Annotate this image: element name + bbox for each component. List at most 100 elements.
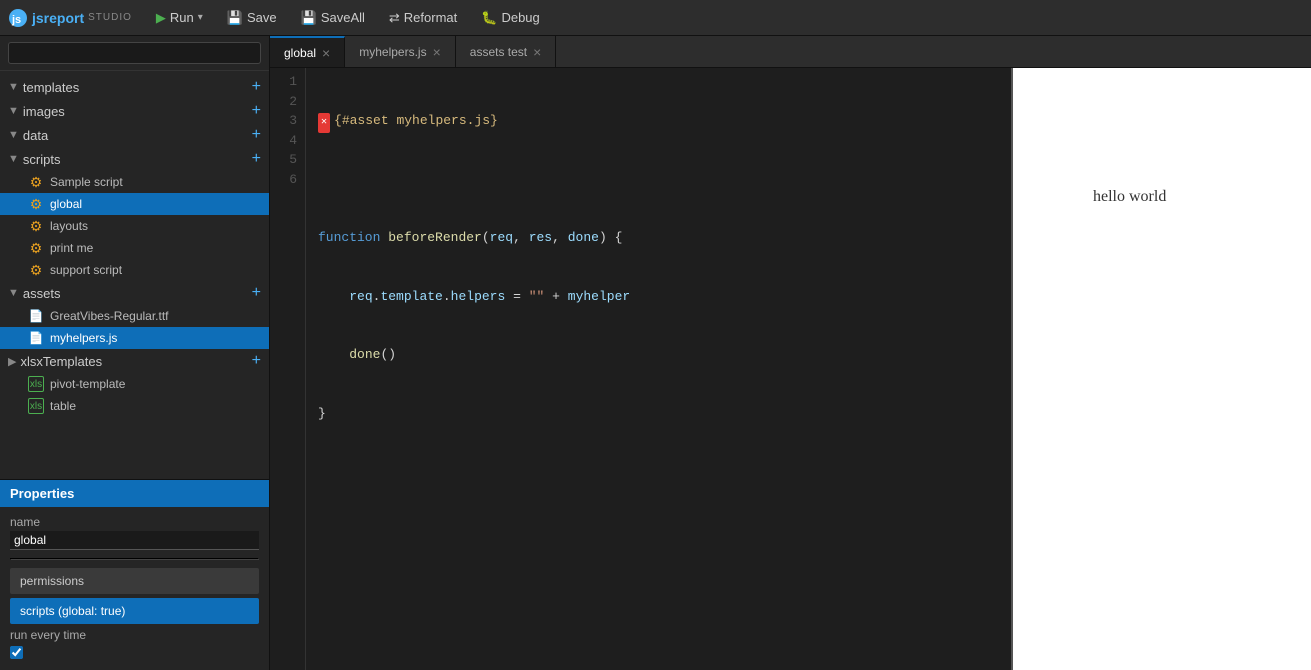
images-add-button[interactable]: + bbox=[252, 103, 261, 119]
main-layout: ▼ templates + ▼ images + ▼ data + bbox=[0, 36, 1311, 670]
debug-icon: 🐛 bbox=[481, 10, 497, 26]
section-images: ▼ images + bbox=[0, 99, 269, 123]
reformat-button[interactable]: ⇄ Reformat bbox=[379, 6, 467, 30]
script-item-printme[interactable]: ⚙ print me bbox=[0, 237, 269, 259]
xlsx-file-icon: xls bbox=[28, 398, 44, 414]
data-add-button[interactable]: + bbox=[252, 127, 261, 143]
section-xlsx-header[interactable]: ▶ xlsxTemplates + bbox=[0, 349, 269, 373]
section-templates-header[interactable]: ▼ templates + bbox=[0, 75, 269, 99]
saveall-button[interactable]: 💾 SaveAll bbox=[291, 6, 375, 30]
sidebar: ▼ templates + ▼ images + ▼ data + bbox=[0, 36, 270, 670]
permissions-button[interactable]: permissions bbox=[10, 568, 259, 594]
templates-add-button[interactable]: + bbox=[252, 79, 261, 95]
gear-icon: ⚙ bbox=[28, 218, 44, 234]
toolbar: js jsreport STUDIO ▶ Run ▾ 💾 Save 💾 Save… bbox=[0, 0, 1311, 36]
tab-myhelpers[interactable]: myhelpers.js × bbox=[345, 36, 456, 67]
code-lines: ✕{#asset myhelpers.js} function beforeRe… bbox=[306, 68, 1011, 670]
tab-assetstest-close[interactable]: × bbox=[533, 45, 541, 59]
assets-arrow: ▼ bbox=[8, 287, 19, 299]
xlsx-item-pivot[interactable]: xls pivot-template bbox=[0, 373, 269, 395]
run-icon: ▶ bbox=[156, 10, 166, 26]
tab-assets-test[interactable]: assets test × bbox=[456, 36, 557, 67]
asset-item-myhelpers[interactable]: 📄 myhelpers.js bbox=[0, 327, 269, 349]
logo-studio: STUDIO bbox=[88, 12, 132, 23]
tab-global-close[interactable]: × bbox=[322, 46, 330, 60]
properties-title: Properties bbox=[10, 486, 74, 501]
name-input[interactable] bbox=[10, 531, 259, 550]
templates-arrow: ▼ bbox=[8, 81, 19, 93]
xlsx-add-button[interactable]: + bbox=[252, 353, 261, 369]
run-dropdown-arrow: ▾ bbox=[198, 12, 203, 23]
tab-global-label: global bbox=[284, 46, 316, 60]
xlsx-label: xlsxTemplates bbox=[20, 354, 102, 369]
save-button[interactable]: 💾 Save bbox=[217, 6, 287, 30]
code-editor[interactable]: 1 2 3 4 5 6 ✕{#asset myhelpers.js} funct… bbox=[270, 68, 1011, 670]
run-every-time-checkbox[interactable] bbox=[10, 646, 23, 659]
section-data-header[interactable]: ▼ data + bbox=[0, 123, 269, 147]
script-item-sample[interactable]: ⚙ Sample script bbox=[0, 171, 269, 193]
line-num-1: 1 bbox=[270, 72, 297, 92]
sidebar-search-area bbox=[0, 36, 269, 71]
scripts-arrow: ▼ bbox=[8, 153, 19, 165]
save-label: Save bbox=[247, 10, 277, 25]
section-scripts: ▼ scripts + ⚙ Sample script ⚙ global ⚙ l… bbox=[0, 147, 269, 281]
properties-header: Properties bbox=[0, 480, 269, 507]
section-data: ▼ data + bbox=[0, 123, 269, 147]
editor-split: 1 2 3 4 5 6 ✕{#asset myhelpers.js} funct… bbox=[270, 68, 1311, 670]
code-line-5: done() bbox=[318, 345, 999, 365]
gear-icon: ⚙ bbox=[28, 174, 44, 190]
data-label: data bbox=[23, 128, 48, 143]
section-assets: ▼ assets + 📄 GreatVibes-Regular.ttf 📄 my… bbox=[0, 281, 269, 349]
asset-label-greatvibes: GreatVibes-Regular.ttf bbox=[50, 309, 169, 323]
line-num-3: 3 bbox=[270, 111, 297, 131]
section-templates: ▼ templates + bbox=[0, 75, 269, 99]
xlsx-label-table: table bbox=[50, 399, 76, 413]
search-input[interactable] bbox=[8, 42, 261, 64]
tab-myhelpers-label: myhelpers.js bbox=[359, 45, 426, 59]
assets-add-button[interactable]: + bbox=[252, 285, 261, 301]
tab-assetstest-label: assets test bbox=[470, 45, 527, 59]
script-label-sample: Sample script bbox=[50, 175, 123, 189]
sidebar-tree: ▼ templates + ▼ images + ▼ data + bbox=[0, 71, 269, 479]
logo-jsreport: jsreport bbox=[32, 10, 84, 26]
preview-panel: hello world bbox=[1011, 68, 1311, 670]
asset-item-greatvibes[interactable]: 📄 GreatVibes-Regular.ttf bbox=[0, 305, 269, 327]
line-num-6: 6 bbox=[270, 170, 297, 190]
images-arrow: ▼ bbox=[8, 105, 19, 117]
scripts-add-button[interactable]: + bbox=[252, 151, 261, 167]
name-label: name bbox=[10, 515, 259, 529]
section-assets-header[interactable]: ▼ assets + bbox=[0, 281, 269, 305]
asset-label-myhelpers: myhelpers.js bbox=[50, 331, 117, 345]
save-icon: 💾 bbox=[227, 10, 243, 26]
line-numbers: 1 2 3 4 5 6 bbox=[270, 68, 306, 670]
debug-button[interactable]: 🐛 Debug bbox=[471, 6, 550, 30]
saveall-icon: 💾 bbox=[301, 10, 317, 26]
data-arrow: ▼ bbox=[8, 129, 19, 141]
run-every-time-label: run every time bbox=[10, 628, 259, 642]
code-line-4: req.template.helpers = "" + myhelper bbox=[318, 287, 999, 307]
line-num-5: 5 bbox=[270, 150, 297, 170]
xlsx-label-pivot: pivot-template bbox=[50, 377, 125, 391]
script-label-global: global bbox=[50, 197, 82, 211]
section-images-header[interactable]: ▼ images + bbox=[0, 99, 269, 123]
error-marker-1[interactable]: ✕ bbox=[318, 113, 330, 133]
logo-icon: js bbox=[8, 8, 28, 28]
script-label-support: support script bbox=[50, 263, 122, 277]
reformat-label: Reformat bbox=[404, 10, 457, 25]
reformat-icon: ⇄ bbox=[389, 10, 400, 26]
tab-global[interactable]: global × bbox=[270, 36, 345, 67]
script-item-layouts[interactable]: ⚙ layouts bbox=[0, 215, 269, 237]
tab-myhelpers-close[interactable]: × bbox=[433, 45, 441, 59]
svg-text:js: js bbox=[11, 14, 21, 26]
code-content: 1 2 3 4 5 6 ✕{#asset myhelpers.js} funct… bbox=[270, 68, 1011, 670]
saveall-label: SaveAll bbox=[321, 10, 365, 25]
scripts-section-button[interactable]: scripts (global: true) bbox=[10, 598, 259, 624]
line-num-4: 4 bbox=[270, 131, 297, 151]
properties-body: name permissions scripts (global: true) … bbox=[0, 507, 269, 670]
script-item-global[interactable]: ⚙ global bbox=[0, 193, 269, 215]
run-button[interactable]: ▶ Run ▾ bbox=[146, 6, 213, 30]
section-scripts-header[interactable]: ▼ scripts + bbox=[0, 147, 269, 171]
script-item-support[interactable]: ⚙ support script bbox=[0, 259, 269, 281]
images-label: images bbox=[23, 104, 65, 119]
xlsx-item-table[interactable]: xls table bbox=[0, 395, 269, 417]
